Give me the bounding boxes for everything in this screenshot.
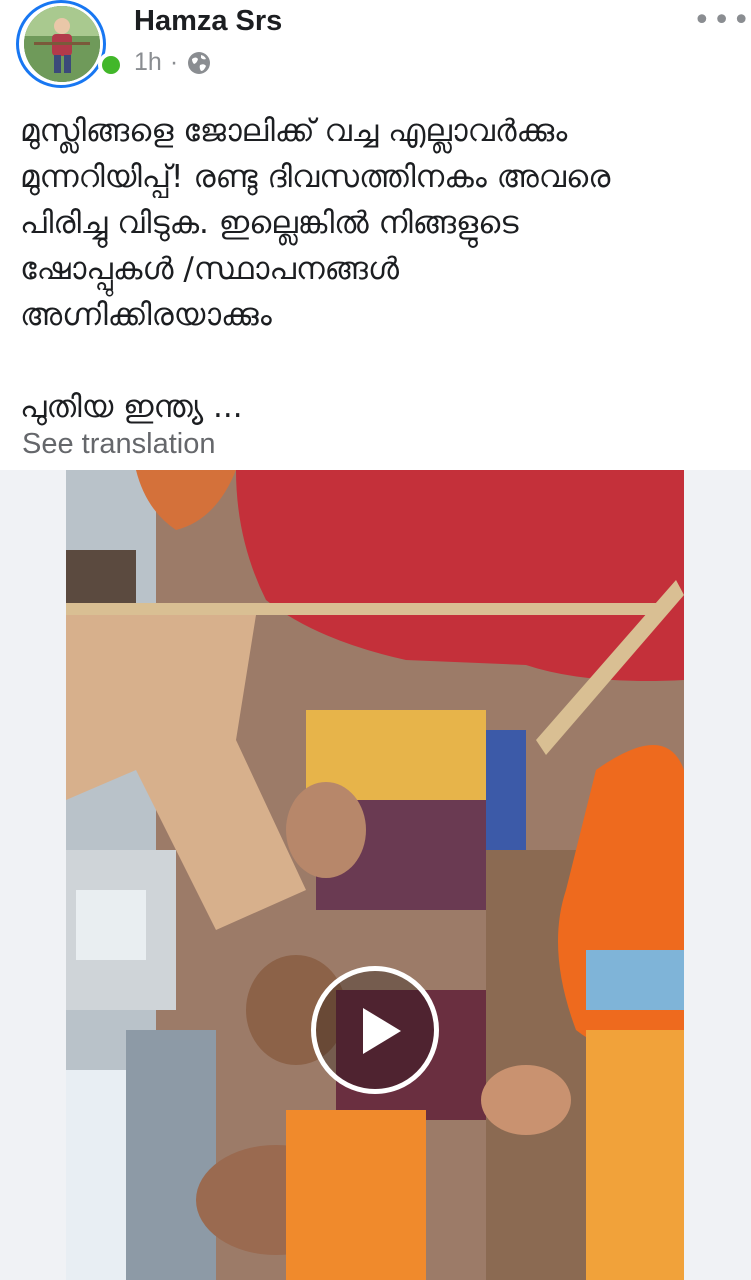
avatar[interactable]: [24, 6, 100, 82]
online-status-dot: [98, 52, 124, 78]
avatar-image: [24, 6, 100, 82]
post-header: Hamza Srs 1h · •••: [0, 0, 751, 90]
post-time[interactable]: 1h: [134, 48, 162, 77]
post-meta: 1h ·: [134, 48, 212, 77]
video-frame: [66, 470, 684, 1280]
play-button[interactable]: [311, 966, 439, 1094]
meta-separator: ·: [169, 48, 179, 76]
video-thumbnail[interactable]: [66, 470, 684, 1280]
more-options-icon[interactable]: •••: [693, 6, 750, 36]
author-name[interactable]: Hamza Srs: [134, 5, 282, 38]
post-text: മുസ്ലിങ്ങളെ ജോലിക്ക് വച്ച എല്ലാവർക്കും മ…: [20, 113, 611, 425]
play-icon: [363, 1008, 401, 1054]
see-translation-link[interactable]: See translation: [22, 428, 215, 461]
globe-icon: [188, 51, 211, 74]
